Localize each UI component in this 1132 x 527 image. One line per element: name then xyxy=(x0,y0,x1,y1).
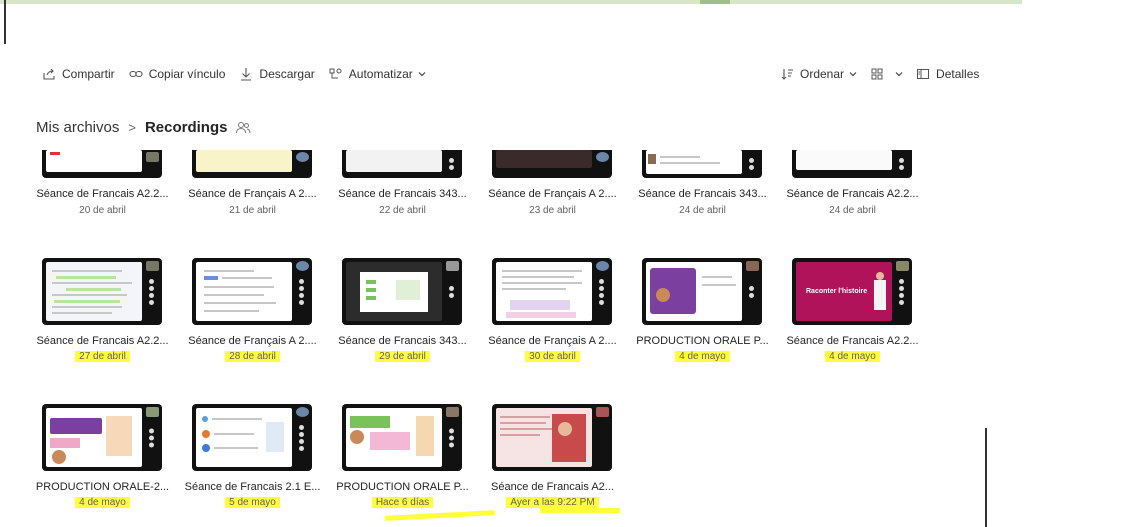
file-title: Séance de Francais A2... xyxy=(491,481,614,493)
video-thumbnail xyxy=(342,404,462,471)
file-date: 21 de abril xyxy=(229,205,276,216)
file-title: Séance de Français A 2.... xyxy=(488,335,617,347)
file-title: Séance de Français A 2.... xyxy=(188,188,317,200)
file-date: 4 de mayo xyxy=(780,351,925,362)
file-title: Séance de Francais 343... xyxy=(638,188,767,200)
video-thumbnail xyxy=(192,404,312,471)
file-date: Ayer a las 9:22 PM xyxy=(480,497,625,508)
file-title: Séance de Français A 2.... xyxy=(188,335,317,347)
file-date: 24 de abril xyxy=(679,205,726,216)
video-thumbnail xyxy=(492,258,612,325)
video-thumbnail: Raconter l'histoire xyxy=(792,258,912,325)
thumbnail-caption: Raconter l'histoire xyxy=(806,288,868,295)
video-thumbnail xyxy=(642,258,762,325)
file-date: 22 de abril xyxy=(379,205,426,216)
file-title: Séance de Français A 2.... xyxy=(488,188,617,200)
video-thumbnail xyxy=(492,404,612,471)
file-date: 5 de mayo xyxy=(180,497,325,508)
file-date: Hace 6 días xyxy=(330,497,475,508)
file-date: 24 de abril xyxy=(829,205,876,216)
video-thumbnail xyxy=(342,150,462,178)
file-title: PRODUCTION ORALE P... xyxy=(336,481,469,493)
file-date: 4 de mayo xyxy=(630,351,775,362)
video-thumbnail xyxy=(42,404,162,471)
file-title: Séance de Francais 343... xyxy=(338,335,467,347)
file-date: 29 de abril xyxy=(330,351,475,362)
highlight-stroke xyxy=(540,508,620,513)
file-date: 30 de abril xyxy=(480,351,625,362)
file-grid: Séance de Francais A2.2... 20 de abril S… xyxy=(30,0,990,527)
file-date: 23 de abril xyxy=(529,205,576,216)
file-title: PRODUCTION ORALE-2... xyxy=(35,481,170,493)
file-title: Séance de Francais A2.2... xyxy=(36,188,169,200)
file-title: Séance de Francais A2.2... xyxy=(36,335,169,347)
video-thumbnail xyxy=(42,150,162,178)
highlight-stroke xyxy=(384,510,496,521)
file-date: 27 de abril xyxy=(30,351,175,362)
file-title: Séance de Francais A2.2... xyxy=(786,335,919,347)
file-title: Séance de Francais A2.2... xyxy=(786,188,919,200)
file-date: 4 de mayo xyxy=(30,497,175,508)
video-thumbnail xyxy=(342,258,462,325)
video-thumbnail xyxy=(492,150,612,178)
video-thumbnail xyxy=(642,150,762,178)
video-thumbnail xyxy=(192,258,312,325)
file-title: Séance de Francais 343... xyxy=(338,188,467,200)
file-date: 20 de abril xyxy=(79,205,126,216)
video-thumbnail xyxy=(42,258,162,325)
video-thumbnail xyxy=(792,150,912,178)
file-date: 28 de abril xyxy=(180,351,325,362)
file-title: PRODUCTION ORALE P... xyxy=(636,335,769,347)
file-title: Séance de Francais 2.1 E... xyxy=(184,481,321,493)
video-thumbnail xyxy=(192,150,312,178)
left-border xyxy=(4,0,6,44)
